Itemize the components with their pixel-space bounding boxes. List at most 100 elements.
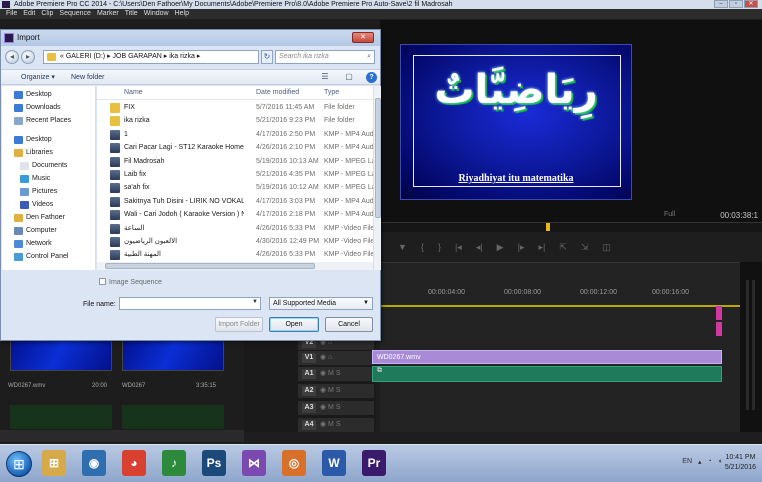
file-row[interactable]: ika rizka 5/21/2016 9:23 PM File folder — [97, 115, 373, 127]
search-input[interactable]: Search ika rizka ⌕ — [275, 50, 375, 64]
explorer-taskbar-icon[interactable]: ⊞ — [42, 450, 66, 476]
mark-in-icon[interactable]: { — [421, 242, 424, 252]
file-row[interactable]: FIX 5/7/2016 11:45 AM File folder — [97, 102, 373, 114]
bowtie-taskbar-icon[interactable]: ⋈ — [242, 450, 266, 476]
file-row[interactable]: الساعة 4/26/2016 5:33 PM KMP -Video File — [97, 223, 373, 235]
file-row[interactable]: Laib fix 5/21/2016 4:35 PM KMP - MPEG Laye — [97, 169, 373, 181]
audio-waveform-thumbnail[interactable] — [10, 405, 112, 429]
step-back-icon[interactable]: ◂| — [476, 242, 483, 253]
track-header-a3[interactable]: A3 ◉ M S — [298, 401, 374, 415]
premiere-taskbar-icon[interactable]: Pr — [362, 450, 386, 476]
go-to-out-icon[interactable]: ▸| — [538, 242, 545, 253]
menu-title[interactable]: Title — [125, 9, 138, 19]
audio-clip[interactable]: ⧉ — [372, 366, 722, 382]
fit-dropdown[interactable]: Full — [664, 211, 675, 218]
clock[interactable]: 10:41 PM 5/21/2016 — [725, 453, 756, 473]
view-options-icon[interactable]: ☰ — [319, 72, 331, 83]
firefox-taskbar-icon[interactable]: ◎ — [282, 450, 306, 476]
menu-help[interactable]: Help — [175, 9, 189, 19]
cancel-button[interactable]: Cancel — [325, 317, 373, 332]
audio-waveform-thumbnail[interactable] — [122, 405, 224, 429]
nav-item-music[interactable]: Music — [20, 174, 50, 184]
network-icon[interactable]: ◔ — [708, 458, 712, 466]
column-type[interactable]: Type — [324, 89, 339, 96]
nav-item-desktop[interactable]: Desktop — [14, 135, 52, 145]
track-header-a1[interactable]: A1 ◉ M S — [298, 367, 374, 381]
menu-edit[interactable]: Edit — [23, 9, 35, 19]
work-area-bar[interactable] — [380, 305, 740, 307]
file-row[interactable]: Cari Pacar Lagi - ST12 Karaoke Home N...… — [97, 142, 373, 154]
open-button[interactable]: Open — [269, 317, 319, 332]
nav-item-control-panel[interactable]: Control Panel — [14, 252, 68, 262]
go-to-in-icon[interactable]: |◂ — [455, 242, 462, 253]
file-row[interactable]: Fil Madrosah 5/19/2016 10:13 AM KMP - MPEG… — [97, 156, 373, 168]
mark-out-icon[interactable]: } — [438, 242, 441, 252]
breadcrumb[interactable]: « GALERI (D:) ▸ JOB GARAPAN ▸ ika rizka … — [43, 50, 259, 64]
scroll-thumb[interactable] — [105, 263, 315, 269]
dialog-close-button[interactable]: ✕ — [352, 32, 374, 43]
menu-clip[interactable]: Clip — [41, 9, 53, 19]
nav-item-network[interactable]: Network — [14, 239, 52, 249]
track-header-v1[interactable]: V1 ◉ ⌂ — [298, 351, 374, 365]
close-window-button[interactable]: ✕ — [744, 0, 758, 8]
export-frame-icon[interactable]: ◫ — [602, 242, 611, 253]
horizontal-scrollbar[interactable] — [97, 262, 373, 270]
language-indicator[interactable]: EN — [682, 458, 692, 466]
scroll-thumb[interactable] — [375, 98, 381, 218]
forward-button[interactable]: ▸ — [21, 50, 35, 64]
nav-item-den-fathoer[interactable]: Den Fathoer — [14, 213, 65, 223]
file-name-field[interactable]: ▼ — [119, 297, 261, 310]
track-header-a4[interactable]: A4 ◉ M S — [298, 418, 374, 432]
refresh-icon[interactable]: ↻ — [261, 50, 273, 64]
back-button[interactable]: ◂ — [5, 50, 19, 64]
playhead-marker[interactable] — [546, 223, 550, 231]
start-button[interactable]: ⊞ — [6, 451, 32, 477]
nav-item-desktop[interactable]: Desktop — [14, 90, 52, 100]
volume-icon[interactable]: ◖ — [718, 458, 722, 466]
nav-item-recent-places[interactable]: Recent Places — [14, 116, 71, 126]
file-row[interactable]: sa'ah fix 5/19/2016 10:12 AM KMP - MPEG La… — [97, 182, 373, 194]
search-icon[interactable]: ⌕ — [367, 51, 371, 63]
marker-flag[interactable] — [716, 306, 722, 320]
file-row[interactable]: 1 4/17/2016 2:50 PM KMP - MP4 Audio — [97, 129, 373, 141]
help-icon[interactable]: ? — [366, 72, 377, 83]
photoshop-taskbar-icon[interactable]: Ps — [202, 450, 226, 476]
menu-sequence[interactable]: Sequence — [59, 9, 91, 19]
chevron-down-icon[interactable]: ▼ — [252, 299, 258, 305]
lift-icon[interactable]: ⇱ — [559, 242, 567, 253]
menu-file[interactable]: File — [6, 9, 17, 19]
nav-item-libraries[interactable]: Libraries — [14, 148, 53, 158]
menu-marker[interactable]: Marker — [97, 9, 119, 19]
video-clip[interactable]: WD0267.wmv — [372, 350, 722, 364]
organize-button[interactable]: Organize ▾ — [21, 70, 55, 85]
maximize-button[interactable]: ▫ — [729, 0, 743, 8]
nav-item-downloads[interactable]: Downloads — [14, 103, 61, 113]
vertical-scrollbar[interactable] — [373, 86, 381, 270]
new-folder-button[interactable]: New folder — [71, 70, 104, 85]
column-name[interactable]: Name — [124, 89, 143, 96]
play-icon[interactable]: ▶ — [497, 242, 504, 253]
winamp-taskbar-icon[interactable]: ♪ — [162, 450, 186, 476]
chrome-taskbar-icon[interactable]: ◕ — [122, 450, 146, 476]
nav-item-documents[interactable]: Documents — [20, 161, 67, 171]
import-folder-button[interactable]: Import Folder — [215, 317, 263, 332]
step-forward-icon[interactable]: |▸ — [518, 242, 525, 253]
program-timecode[interactable]: 00:03:38:1 — [720, 211, 758, 220]
media-player-taskbar-icon[interactable]: ◉ — [82, 450, 106, 476]
file-type-select[interactable]: All Supported Media ▼ — [269, 297, 373, 310]
word-taskbar-icon[interactable]: W — [322, 450, 346, 476]
column-date[interactable]: Date modified — [256, 89, 299, 96]
preview-pane-icon[interactable]: ▢ — [343, 72, 355, 83]
file-row[interactable]: Sakitnya Tuh Disini - LIRIK NO VOKAL (K.… — [97, 196, 373, 208]
file-row[interactable]: الالعبون الرياضيون 4/30/2016 12:49 PM KMP … — [97, 236, 373, 248]
tray-arrow-icon[interactable]: ▴ — [698, 458, 702, 466]
add-marker-icon[interactable]: ▼ — [398, 242, 407, 252]
minimize-button[interactable]: – — [714, 0, 728, 8]
image-sequence-option[interactable]: Image Sequence — [99, 278, 162, 286]
marker-flag[interactable] — [716, 322, 722, 336]
nav-item-computer[interactable]: Computer — [14, 226, 57, 236]
program-scrub-bar[interactable] — [380, 222, 762, 232]
nav-item-videos[interactable]: Videos — [20, 200, 53, 210]
nav-item-pictures[interactable]: Pictures — [20, 187, 57, 197]
file-row[interactable]: Wali - Cari Jodoh ( Karaoke Version ) No… — [97, 209, 373, 221]
